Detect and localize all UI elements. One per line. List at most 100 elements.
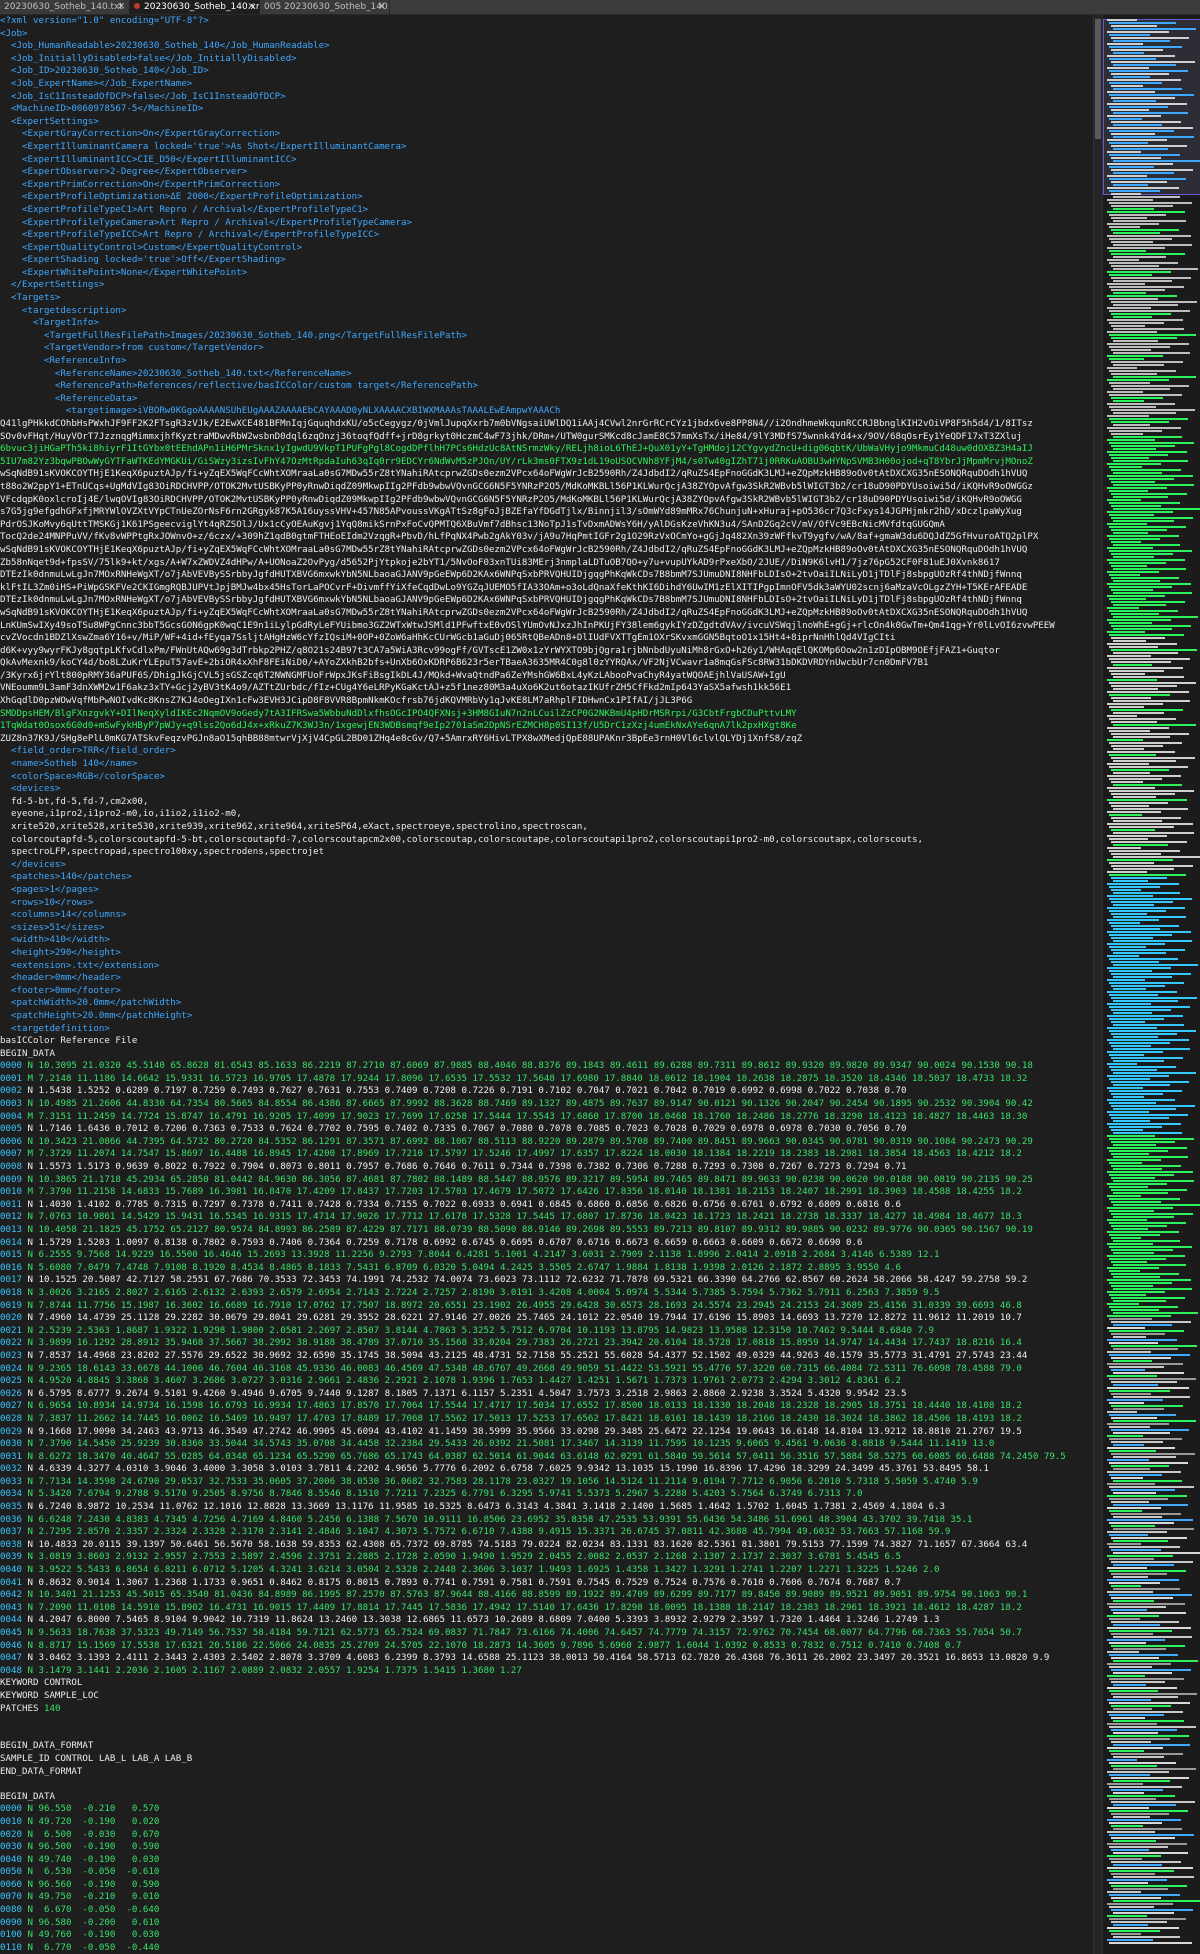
minimap-line <box>1113 856 1200 858</box>
minimap-line <box>1113 160 1200 162</box>
minimap-line <box>1111 1105 1195 1107</box>
sample-id: 0090 <box>0 1917 22 1928</box>
minimap-line <box>1109 778 1162 780</box>
minimap-line <box>1107 1387 1189 1389</box>
tab-2[interactable]: 20230630_Sotheb_140.xml ✕ <box>130 0 260 14</box>
minimap-line <box>1113 196 1180 198</box>
minimap-line <box>1109 1858 1142 1860</box>
scrollbar-thumb[interactable] <box>1095 19 1101 139</box>
minimap-line <box>1111 361 1183 363</box>
code-editor[interactable]: <?xml version="1.0" encoding="UTF-8"?> <J… <box>0 15 1093 1954</box>
minimap-line <box>1113 1084 1170 1086</box>
minimap-line <box>1111 1345 1197 1347</box>
minimap-line <box>1111 433 1143 435</box>
minimap-line <box>1109 1798 1156 1800</box>
code-line: <sizes>51</sizes> <box>0 922 105 933</box>
minimap-line <box>1111 769 1169 771</box>
minimap-line <box>1109 1534 1148 1536</box>
minimap-line <box>1107 271 1171 273</box>
minimap-line <box>1111 1465 1169 1467</box>
lab-values: N 6.670 -0.050 -0.640 <box>27 1905 160 1916</box>
minimap-line <box>1113 136 1194 138</box>
minimap-line <box>1111 1285 1153 1287</box>
sample-values: N 10.4985 21.2606 44.8330 64.7354 80.566… <box>27 1099 1033 1110</box>
sample-id: 0041 <box>0 1577 22 1588</box>
minimap-line <box>1111 1213 1193 1215</box>
code-line: <ExpertProfileTypeCamera>Art Repro / Arc… <box>0 217 413 228</box>
minimap-line <box>1109 1282 1172 1284</box>
minimap-line <box>1109 1906 1154 1908</box>
minimap-line <box>1111 457 1149 459</box>
minimap-line <box>1107 751 1175 753</box>
sample-id: 0039 <box>0 1552 22 1563</box>
minimap-line <box>1111 181 1167 183</box>
minimap-line <box>1113 1348 1178 1350</box>
minimap-line <box>1109 1402 1144 1404</box>
minimap-line <box>1109 1054 1144 1056</box>
minimap-line <box>1111 193 1141 195</box>
minimap-line <box>1111 217 1147 219</box>
minimap[interactable] <box>1102 15 1200 1954</box>
sample-id: 0016 <box>0 1262 22 1273</box>
minimap-line <box>1109 1642 1146 1644</box>
minimap-line <box>1107 595 1165 597</box>
minimap-line <box>1111 493 1187 495</box>
minimap-line <box>1107 907 1185 909</box>
minimap-line <box>1107 1663 1171 1665</box>
minimap-line <box>1107 1195 1141 1197</box>
minimap-line <box>1109 46 1182 48</box>
sample-values: N 2.5239 2.5363 1.8687 1.9322 1.9298 1.9… <box>27 1325 934 1336</box>
minimap-line <box>1109 574 1140 576</box>
minimap-line <box>1113 148 1168 150</box>
minimap-line <box>1109 1510 1142 1512</box>
minimap-line <box>1107 1291 1165 1293</box>
code-line: <height>290</height> <box>0 947 121 958</box>
spectral-data-row: 0018 N 3.0026 3.2165 2.8027 2.6165 2.613… <box>0 1287 1093 1300</box>
minimap-line <box>1113 124 1162 126</box>
sample-id: 0027 <box>0 1401 22 1412</box>
minimap-line <box>1113 1888 1168 1890</box>
lab-values: N 6.770 -0.050 -0.440 <box>27 1942 160 1953</box>
minimap-line <box>1111 1009 1171 1011</box>
minimap-line <box>1113 1636 1192 1638</box>
sample-id: 0046 <box>0 1640 22 1651</box>
minimap-line <box>1111 421 1169 423</box>
base64-line: wSqNdB91sKVOKCOYTHjE1KeqX6puztAJp/fi+yZq… <box>0 607 1028 618</box>
minimap-line <box>1107 943 1165 945</box>
minimap-line <box>1109 1606 1166 1608</box>
minimap-line <box>1113 280 1172 282</box>
minimap-line <box>1111 541 1141 543</box>
close-tab-icon[interactable]: ✕ <box>117 0 125 14</box>
minimap-line <box>1107 643 1177 645</box>
minimap-line <box>1107 1699 1151 1701</box>
minimap-line <box>1107 655 1151 657</box>
sample-id: 0001 <box>0 1073 22 1084</box>
minimap-line <box>1107 427 1181 429</box>
minimap-line <box>1107 1603 1185 1605</box>
spectral-data-row: 0032 N 4.6339 4.3277 4.0310 3.9046 3.400… <box>0 1463 1093 1476</box>
minimap-line <box>1107 1711 1183 1713</box>
minimap-line <box>1107 835 1167 837</box>
spectral-data-row: 0042 N 10.3401 21.1253 45.5015 65.3540 8… <box>0 1589 1093 1602</box>
minimap-line <box>1107 1075 1169 1077</box>
close-tab-icon[interactable]: ✕ <box>247 0 255 14</box>
sample-values: N 3.0462 3.1393 2.4111 2.3443 2.4303 2.5… <box>27 1653 1050 1664</box>
minimap-line <box>1109 1162 1142 1164</box>
minimap-line <box>1111 1429 1189 1431</box>
minimap-line <box>1111 1585 1141 1587</box>
vertical-scrollbar[interactable] <box>1093 15 1102 1954</box>
minimap-line <box>1113 1852 1188 1854</box>
minimap-line <box>1111 985 1165 987</box>
minimap-line <box>1111 1177 1155 1179</box>
tab-1[interactable]: 20230630_Sotheb_140.txt ✕ <box>0 0 130 14</box>
spectral-data-row: 0034 N 5.3420 7.6794 9.2788 9.5170 9.250… <box>0 1488 1093 1501</box>
close-tab-icon[interactable]: ✕ <box>377 0 385 14</box>
minimap-line <box>1107 247 1165 249</box>
minimap-line <box>1109 514 1154 516</box>
sample-id: 0033 <box>0 1476 22 1487</box>
code-line: <ExpertPrimCorrection>On</ExpertPrimCorr… <box>0 179 281 190</box>
minimap-line <box>1109 274 1152 276</box>
tab-3[interactable]: 005 20230630_Sotheb_140.txt ✕ <box>260 0 390 14</box>
minimap-line <box>1111 1405 1183 1407</box>
minimap-line <box>1113 292 1146 294</box>
